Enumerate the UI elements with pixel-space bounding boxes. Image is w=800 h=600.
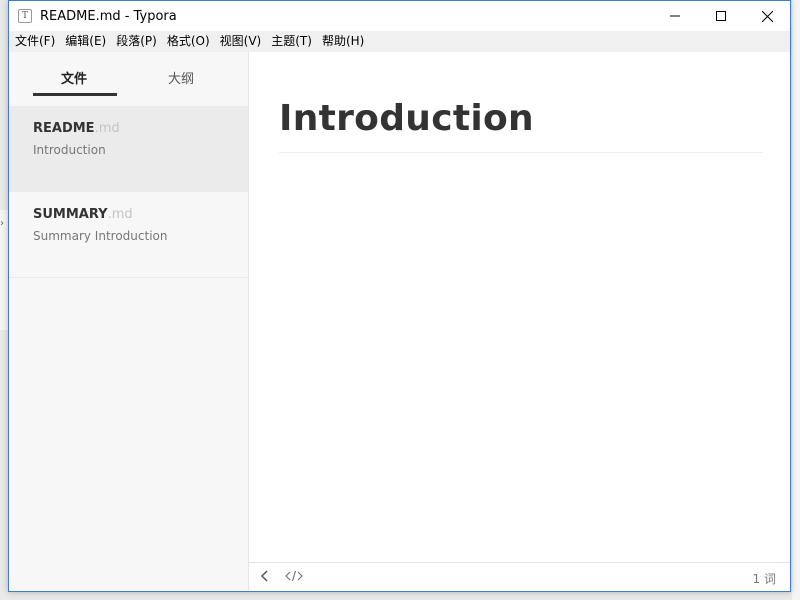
document-heading[interactable]: Introduction (279, 98, 534, 139)
file-extension: .md (107, 207, 133, 222)
close-button[interactable] (744, 1, 790, 31)
menu-theme[interactable]: 主题(T) (266, 31, 317, 52)
file-item-readme[interactable]: README.md Introduction (9, 106, 248, 192)
file-basename: README (33, 121, 95, 136)
file-item-summary[interactable]: SUMMARY.md Summary Introduction (9, 192, 248, 278)
word-count[interactable]: 1 词 (753, 570, 776, 587)
chevron-right-icon: › (0, 218, 4, 229)
menu-help[interactable]: 帮助(H) (317, 31, 369, 52)
typora-app-icon: T (18, 9, 32, 23)
title-bar[interactable]: T README.md - Typora (9, 1, 790, 31)
chevron-left-icon (260, 570, 268, 582)
sidebar-tabs: 文件 大纲 (9, 52, 248, 106)
minimize-button[interactable] (652, 1, 698, 31)
active-tab-indicator (33, 93, 117, 96)
tab-outline[interactable]: 大纲 (168, 68, 194, 87)
file-extension: .md (94, 121, 120, 136)
menu-view[interactable]: 视图(V) (215, 31, 267, 52)
minimize-icon (670, 15, 680, 17)
close-icon (761, 10, 773, 22)
menu-paragraph[interactable]: 段落(P) (111, 31, 162, 52)
menu-file[interactable]: 文件(F) (10, 31, 60, 52)
file-summary: Introduction (33, 143, 106, 157)
tab-files[interactable]: 文件 (61, 68, 87, 87)
toggle-sidebar-button[interactable] (258, 568, 272, 584)
maximize-icon (716, 11, 726, 21)
file-basename: SUMMARY (33, 207, 108, 222)
window-controls (652, 1, 790, 31)
editor-area[interactable]: Introduction (249, 52, 790, 562)
status-bar: 1 词 (249, 562, 790, 591)
window-title: README.md - Typora (40, 8, 177, 24)
file-summary: Summary Introduction (33, 229, 168, 243)
code-icon (285, 570, 303, 582)
maximize-button[interactable] (698, 1, 744, 31)
menu-edit[interactable]: 编辑(E) (60, 31, 111, 52)
file-name: SUMMARY.md (33, 207, 133, 222)
heading-underline (279, 152, 763, 153)
file-name: README.md (33, 121, 120, 136)
source-mode-button[interactable] (285, 568, 303, 584)
background-window-edge (792, 0, 800, 600)
menu-format[interactable]: 格式(O) (162, 31, 215, 52)
typora-window: T README.md - Typora 文件(F) 编辑(E) 段落(P) 格… (8, 0, 791, 592)
sidebar: 文件 大纲 README.md Introduction SUMMARY.md … (9, 52, 249, 591)
menu-bar: 文件(F) 编辑(E) 段落(P) 格式(O) 视图(V) 主题(T) 帮助(H… (9, 31, 790, 52)
